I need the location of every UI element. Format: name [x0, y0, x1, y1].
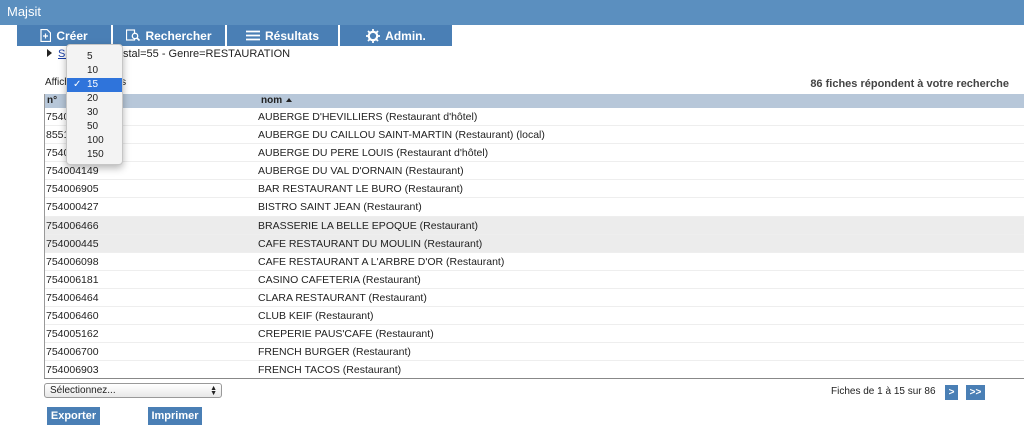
app-title: Majsit: [7, 4, 41, 19]
gear-icon: [366, 28, 381, 43]
results-table: n° nom 754000 AUBERGE D'HEVILLIERS (Resta…: [44, 94, 1024, 380]
page-size-dropdown[interactable]: 5 10 ✓ 15 20 30 50 100 150: [66, 44, 123, 165]
page-size-option[interactable]: ✓ 15: [67, 78, 122, 92]
page-size-option-label: 5: [87, 51, 93, 62]
page-size-option-label: 50: [87, 121, 99, 132]
table-row[interactable]: 7540 AUBERGE DU PERE LOUIS (Restaurant d'…: [44, 144, 1024, 163]
page-size-option[interactable]: 5: [67, 50, 122, 64]
table-row[interactable]: 754004149 AUBERGE DU VAL D'ORNAIN (Restau…: [44, 162, 1024, 181]
row-number: 754006464: [46, 291, 99, 304]
table-row[interactable]: 8551 AUBERGE DU CAILLOU SAINT-MARTIN (Res…: [44, 126, 1024, 145]
search-button[interactable]: Rechercher: [113, 25, 225, 46]
row-name: CLARA RESTAURANT (Restaurant): [258, 291, 427, 304]
select-arrows-icon: ▲ ▼: [210, 385, 217, 397]
admin-label: Admin.: [385, 28, 426, 43]
criteria-text: de postal=55 - Genre=RESTAURATION: [95, 48, 291, 60]
search-icon: [126, 29, 141, 42]
row-number: 754006905: [46, 183, 99, 196]
row-number: 754006903: [46, 364, 99, 377]
table-row[interactable]: 754000445 CAFE RESTAURANT DU MOULIN (Rest…: [44, 234, 1024, 253]
page-size-option[interactable]: 150: [67, 148, 122, 162]
table-bottom-border: [44, 378, 1024, 379]
main-nav: Créer Rechercher Résultats Admin.: [0, 25, 1024, 47]
table-header: n° nom: [44, 94, 1024, 108]
new-document-icon: [40, 29, 52, 42]
table-row[interactable]: 754006181 CASINO CAFETERIA (Restaurant): [44, 271, 1024, 289]
next-page-button[interactable]: >: [945, 385, 958, 400]
checkmark-icon: ✓: [73, 79, 82, 90]
row-name: AUBERGE DU PERE LOUIS (Restaurant d'hôte…: [258, 147, 489, 160]
table-row[interactable]: 754006905 BAR RESTAURANT LE BURO (Restaur…: [44, 180, 1024, 199]
create-label: Créer: [56, 28, 88, 43]
table-row[interactable]: 754006903 FRENCH TACOS (Restaurant): [44, 361, 1024, 380]
page-size-option[interactable]: 100: [67, 134, 122, 148]
row-number: 754006460: [46, 310, 99, 323]
list-icon: [245, 30, 260, 41]
row-name: BISTRO SAINT JEAN (Restaurant): [258, 201, 422, 214]
expand-triangle-icon[interactable]: [47, 49, 52, 57]
page-size-option[interactable]: 10: [67, 64, 122, 78]
row-name: CLUB KEIF (Restaurant): [258, 310, 374, 323]
action-select[interactable]: Sélectionnez... ▲ ▼: [44, 383, 222, 398]
table-row[interactable]: 754006098 CAFE RESTAURANT A L'ARBRE D'OR …: [44, 253, 1024, 271]
search-label: Rechercher: [145, 28, 212, 43]
sort-ascending-icon: [286, 98, 293, 102]
page-size-option-label: 100: [87, 135, 104, 146]
row-number: 754006098: [46, 255, 99, 268]
page-size-option[interactable]: 50: [67, 120, 122, 134]
create-button[interactable]: Créer: [17, 25, 111, 46]
page-size-option-label: 30: [87, 107, 99, 118]
results-count: 86 fiches répondent à votre recherche: [810, 78, 1009, 90]
table-row[interactable]: 754005162 CREPERIE PAUS'CAFE (Restaurant): [44, 325, 1024, 344]
table-left-border: [44, 94, 45, 379]
page-size-option-label: 10: [87, 65, 99, 76]
export-button[interactable]: Exporter: [47, 407, 100, 425]
table-row[interactable]: 754006700 FRENCH BURGER (Restaurant): [44, 343, 1024, 362]
table-body: 754000 AUBERGE D'HEVILLIERS (Restaurant d…: [44, 108, 1024, 380]
row-name: CAFE RESTAURANT DU MOULIN (Restaurant): [258, 237, 483, 250]
row-name: CASINO CAFETERIA (Restaurant): [258, 273, 421, 286]
page-size-option-label: 150: [87, 149, 104, 160]
table-row[interactable]: 754000 AUBERGE D'HEVILLIERS (Restaurant d…: [44, 108, 1024, 127]
last-page-button[interactable]: >>: [966, 385, 985, 400]
row-name: FRENCH TACOS (Restaurant): [258, 364, 402, 377]
page-size-option[interactable]: 20: [67, 92, 122, 106]
row-number: 754000445: [46, 237, 99, 250]
row-number: 754006466: [46, 219, 99, 232]
row-name: CREPERIE PAUS'CAFE (Restaurant): [258, 328, 434, 341]
page-size-option[interactable]: 30: [67, 106, 122, 120]
row-name: BRASSERIE LA BELLE EPOQUE (Restaurant): [258, 219, 479, 232]
row-name: BAR RESTAURANT LE BURO (Restaurant): [258, 183, 463, 196]
table-row[interactable]: 754000427 BISTRO SAINT JEAN (Restaurant): [44, 198, 1024, 217]
app-title-bar: Majsit: [0, 0, 1024, 25]
table-row[interactable]: 754006464 CLARA RESTAURANT (Restaurant): [44, 289, 1024, 308]
table-row[interactable]: 754006460 CLUB KEIF (Restaurant): [44, 307, 1024, 326]
column-header-nom[interactable]: nom: [261, 95, 293, 106]
row-name: FRENCH BURGER (Restaurant): [258, 346, 411, 359]
column-header-nom-label: nom: [261, 95, 283, 106]
row-name: AUBERGE DU VAL D'ORNAIN (Restaurant): [258, 165, 464, 178]
table-row[interactable]: 754006466 BRASSERIE LA BELLE EPOQUE (Rest…: [44, 216, 1024, 235]
row-number: 754006181: [46, 273, 99, 286]
admin-button[interactable]: Admin.: [340, 25, 452, 46]
row-name: AUBERGE D'HEVILLIERS (Restaurant d'hôtel…: [258, 111, 478, 123]
row-number: 754006700: [46, 346, 99, 359]
print-button[interactable]: Imprimer: [148, 407, 202, 425]
action-select-value: Sélectionnez...: [50, 385, 116, 396]
results-button[interactable]: Résultats: [227, 25, 338, 46]
page-size-option-label: 20: [87, 93, 99, 104]
pagination-info: Fiches de 1 à 15 sur 86: [831, 386, 936, 397]
page-size-option-label: 15: [87, 79, 99, 90]
row-name: CAFE RESTAURANT A L'ARBRE D'OR (Restaura…: [258, 255, 505, 268]
row-name: AUBERGE DU CAILLOU SAINT-MARTIN (Restaur…: [258, 129, 545, 142]
results-label: Résultats: [264, 28, 320, 43]
row-number: 754005162: [46, 328, 99, 341]
column-header-num[interactable]: n°: [47, 95, 57, 106]
row-number: 754000427: [46, 201, 99, 214]
